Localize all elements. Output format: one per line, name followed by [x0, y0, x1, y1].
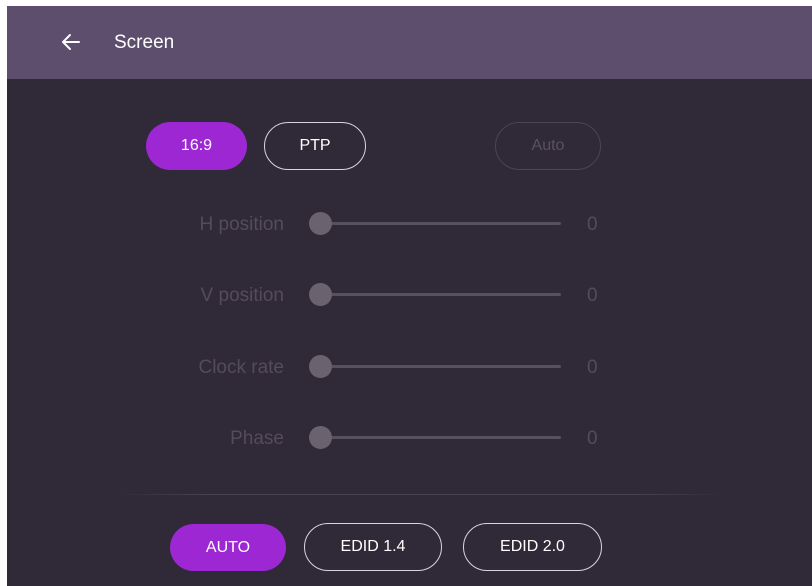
h-position-label: H position [199, 214, 285, 235]
phase-value: 0 [587, 428, 598, 449]
clock-rate-label: Clock rate [198, 357, 284, 378]
auto-adjust-button: Auto [495, 122, 601, 170]
clock-rate-slider-track[interactable] [325, 365, 561, 368]
edid-1-4-button[interactable]: EDID 1.4 [304, 523, 442, 571]
clock-rate-slider-knob[interactable] [309, 355, 332, 378]
phase-label: Phase [230, 428, 284, 449]
h-position-value: 0 [587, 214, 598, 235]
aspect-16-9-button[interactable]: 16:9 [146, 122, 247, 170]
section-divider [117, 494, 727, 495]
arrow-left-icon[interactable] [59, 30, 83, 54]
phase-slider-track[interactable] [325, 436, 561, 439]
v-position-slider-track[interactable] [325, 293, 561, 296]
phase-slider-knob[interactable] [309, 426, 332, 449]
h-position-slider-knob[interactable] [309, 212, 332, 235]
h-position-slider-track[interactable] [325, 222, 561, 225]
v-position-slider-knob[interactable] [309, 283, 332, 306]
edid-auto-button[interactable]: AUTO [170, 524, 286, 571]
edid-2-0-button[interactable]: EDID 2.0 [463, 523, 602, 571]
page-title: Screen [114, 32, 175, 53]
aspect-ptp-button[interactable]: PTP [264, 122, 366, 170]
screen-settings-panel: Screen 16:9 PTP Auto H position 0 V posi… [7, 6, 812, 586]
v-position-label: V position [200, 285, 284, 306]
header-bar: Screen [7, 6, 812, 79]
clock-rate-value: 0 [587, 357, 598, 378]
v-position-value: 0 [587, 285, 598, 306]
